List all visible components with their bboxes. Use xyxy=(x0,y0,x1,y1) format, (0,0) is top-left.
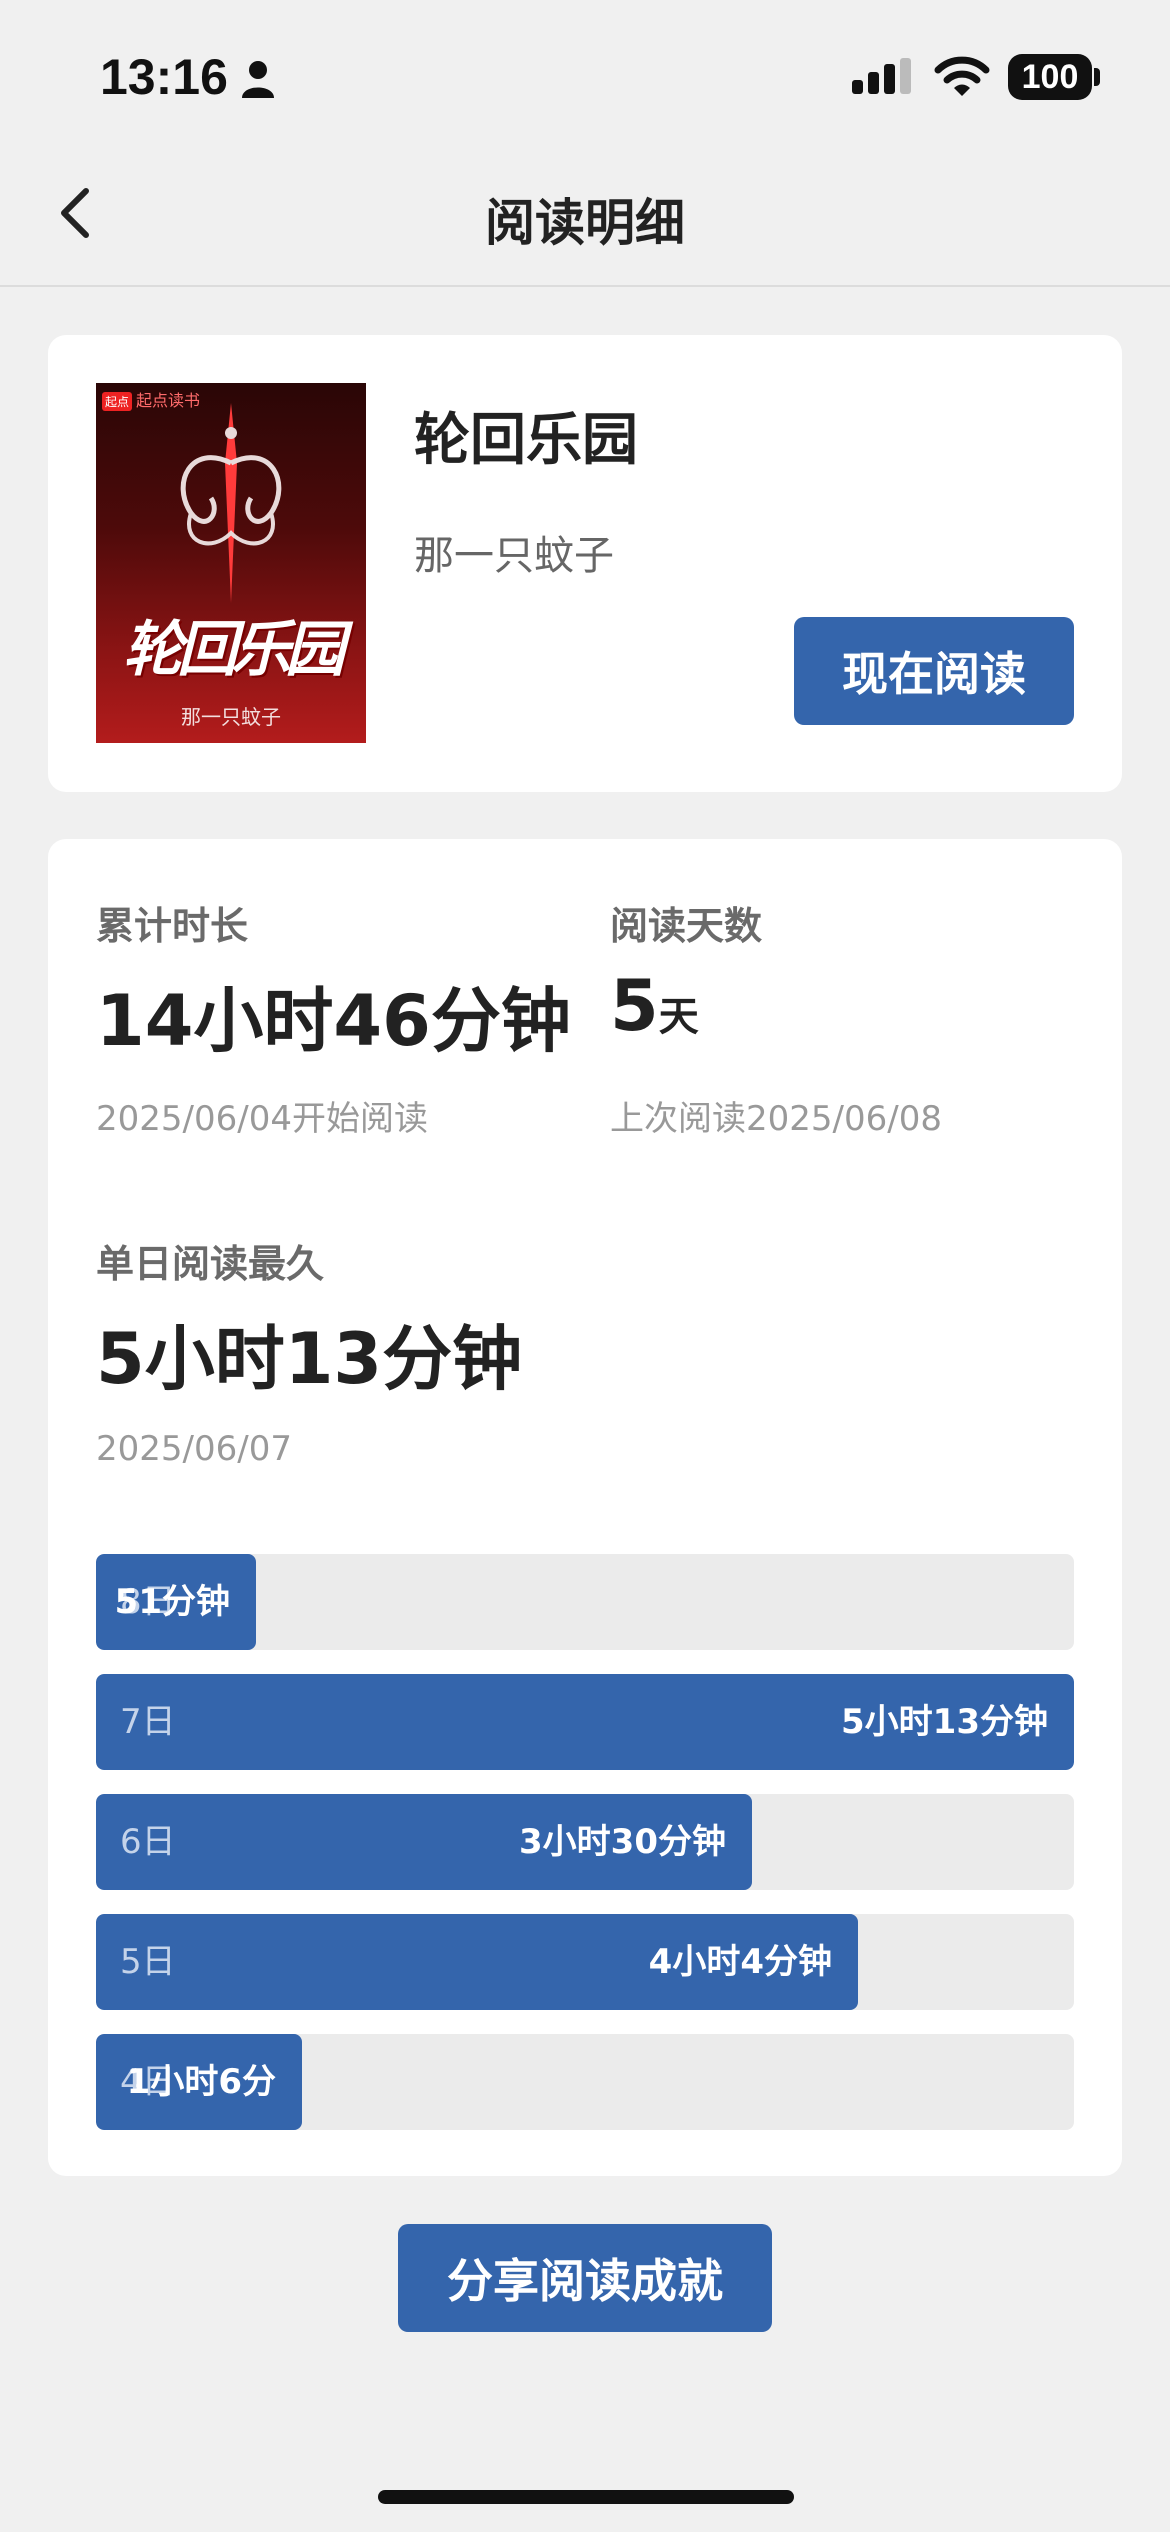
daily-bar-value: 4小时4分钟 xyxy=(648,1942,832,1982)
battery-tip xyxy=(1094,68,1100,86)
battery-level: 100 xyxy=(1021,57,1079,96)
cover-brand-badge: 起点 xyxy=(102,392,133,411)
daily-bar-row: 6日 3小时30分钟 xyxy=(96,1794,1074,1890)
battery-icon: 100 xyxy=(1008,54,1092,100)
daily-bar-row: 5日 4小时4分钟 xyxy=(96,1914,1074,2010)
daily-bar-value: 1小时6分钟 xyxy=(126,2062,276,2102)
book-author: 那一只蚊子 xyxy=(414,533,614,579)
read-now-button[interactable]: 现在阅读 xyxy=(794,617,1074,725)
daily-bar-row: 7日 5小时13分钟 xyxy=(96,1674,1074,1770)
reading-days-number: 5 xyxy=(610,965,659,1047)
reading-days-label: 阅读天数 xyxy=(610,904,763,948)
daily-bar-row: 4日1小时6分钟 xyxy=(96,2034,1074,2130)
daily-bar-value: 51分钟14秒 xyxy=(114,1582,230,1622)
stats-card: 累计时长 14小时46分钟 2025/06/04开始阅读 阅读天数 5天 上次阅… xyxy=(48,839,1122,2176)
daily-bar-day: 6日 xyxy=(120,1822,176,1862)
status-time: 13:16 xyxy=(100,49,228,105)
book-cover[interactable]: 起点 起点读书 轮回乐园 那一只蚊子 xyxy=(96,383,366,743)
start-date: 2025/06/04开始阅读 xyxy=(96,1099,428,1139)
total-time-label: 累计时长 xyxy=(96,904,249,948)
daily-bar-day: 7日 xyxy=(120,1702,176,1742)
page-title: 阅读明细 xyxy=(485,194,685,252)
reading-days-unit: 天 xyxy=(658,994,699,1040)
daily-bar-day: 5日 xyxy=(120,1942,176,1982)
nav-bar: 阅读明细 xyxy=(0,145,1170,287)
daily-bar-value: 5小时13分钟 xyxy=(841,1702,1048,1742)
daily-bar-value: 3小时30分钟 xyxy=(519,1822,726,1862)
home-indicator xyxy=(378,2490,794,2504)
book-card: 起点 起点读书 轮回乐园 那一只蚊子 轮回乐园 那一只蚊子 现在阅读 xyxy=(48,335,1122,792)
total-time-value: 14小时46分钟 xyxy=(96,980,571,1062)
person-icon xyxy=(242,61,274,98)
share-achievement-button[interactable]: 分享阅读成就 xyxy=(398,2224,772,2332)
cover-title: 轮回乐园 xyxy=(123,615,345,685)
book-title: 轮回乐园 xyxy=(414,408,638,473)
wifi-icon xyxy=(934,56,990,96)
cover-author: 那一只蚊子 xyxy=(181,705,281,729)
max-day-label: 单日阅读最久 xyxy=(96,1242,325,1286)
reading-days-value: 5天 xyxy=(610,965,699,1047)
status-bar: 13:16 100 xyxy=(0,0,1170,145)
signal-icon xyxy=(852,58,911,94)
cover-ornament xyxy=(180,403,282,603)
max-day-value: 5小时13分钟 xyxy=(96,1318,523,1400)
daily-bar-row: 8日51分钟14秒 xyxy=(96,1554,1074,1650)
last-read-date: 上次阅读2025/06/08 xyxy=(610,1099,942,1139)
max-day-date: 2025/06/07 xyxy=(96,1429,292,1469)
